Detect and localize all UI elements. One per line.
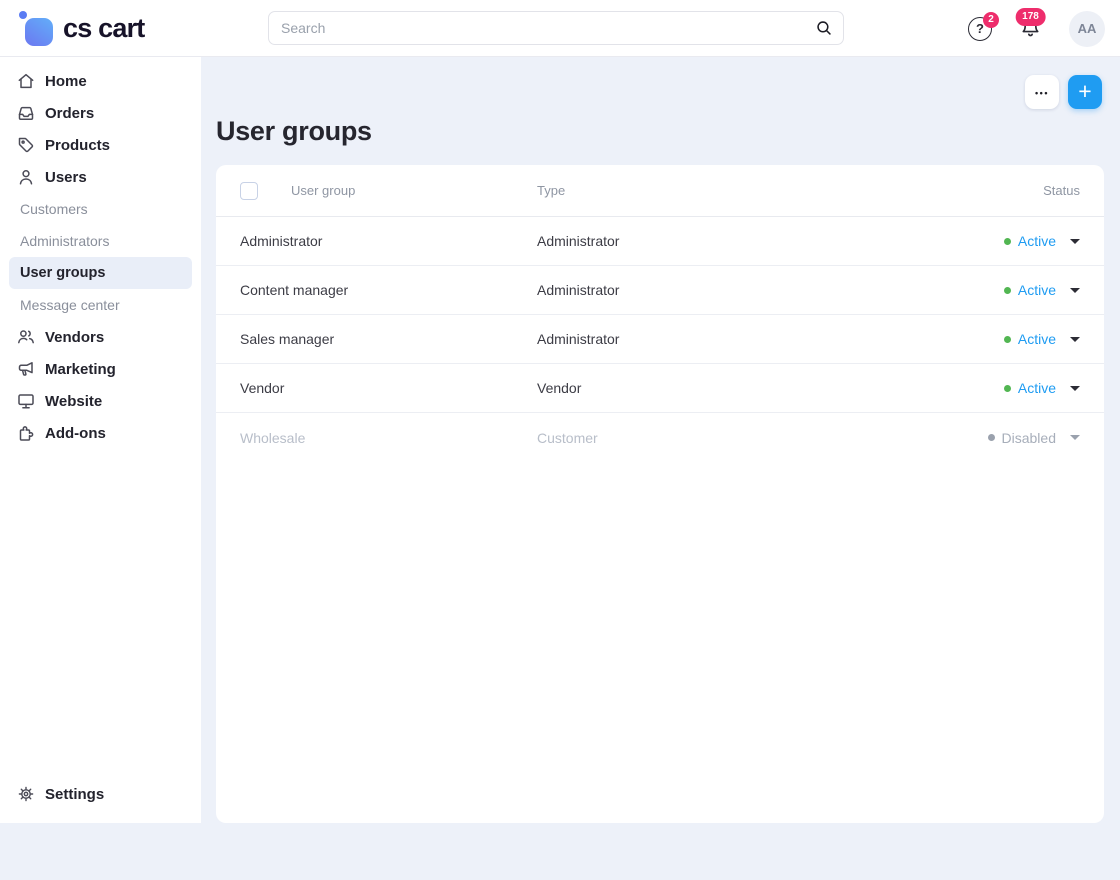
table-header: User group Type Status: [216, 165, 1104, 217]
status-dropdown[interactable]: Disabled: [988, 430, 1080, 446]
help-button[interactable]: ? 2: [968, 17, 992, 41]
table-row: Administrator Administrator Active: [216, 217, 1104, 266]
status-dropdown[interactable]: Active: [1004, 282, 1080, 298]
user-icon: [16, 167, 36, 187]
table-row: Vendor Vendor Active: [216, 364, 1104, 413]
megaphone-icon: [16, 359, 36, 379]
sidebar-item-label: Administrators: [20, 233, 109, 249]
sidebar-item-label: Message center: [20, 297, 120, 313]
cell-type: Administrator: [537, 331, 1004, 347]
sidebar-item-orders[interactable]: Orders: [0, 97, 201, 129]
sidebar-item-label: Customers: [20, 201, 88, 217]
cell-name[interactable]: Administrator: [240, 233, 537, 249]
monitor-icon: [16, 391, 36, 411]
status-dot: [1004, 238, 1011, 245]
sidebar-item-label: User groups: [20, 265, 105, 281]
top-header: cs cart ? 2 178 AA: [0, 0, 1120, 57]
caret-down-icon: [1070, 337, 1080, 342]
search-icon[interactable]: [815, 19, 833, 37]
sidebar-item-vendors[interactable]: Vendors: [0, 321, 201, 353]
more-actions-button[interactable]: •••: [1025, 75, 1059, 109]
status-dot: [1004, 287, 1011, 294]
people-icon: [16, 327, 36, 347]
home-icon: [16, 71, 36, 91]
sidebar-item-label: Vendors: [45, 329, 104, 346]
status-dot: [988, 434, 995, 441]
sidebar-item-marketing[interactable]: Marketing: [0, 353, 201, 385]
status-dropdown[interactable]: Active: [1004, 233, 1080, 249]
inbox-icon: [16, 103, 36, 123]
status-dropdown[interactable]: Active: [1004, 331, 1080, 347]
tag-icon: [16, 135, 36, 155]
sidebar-item-add-ons[interactable]: Add-ons: [0, 417, 201, 449]
puzzle-icon: [16, 423, 36, 443]
sidebar-item-label: Users: [45, 169, 87, 186]
status-label: Active: [1018, 331, 1056, 347]
page-title: User groups: [216, 116, 372, 147]
select-all-checkbox[interactable]: [240, 182, 258, 200]
notifications-badge: 178: [1015, 8, 1046, 26]
cell-name[interactable]: Content manager: [240, 282, 537, 298]
column-user-group: User group: [291, 183, 537, 198]
sidebar-item-home[interactable]: Home: [0, 65, 201, 97]
status-dropdown[interactable]: Active: [1004, 380, 1080, 396]
sidebar-item-label: Home: [45, 73, 87, 90]
logo-text: cs cart: [63, 13, 144, 44]
sidebar-item-message-center[interactable]: Message center: [0, 289, 201, 321]
status-dot: [1004, 336, 1011, 343]
cell-name[interactable]: Vendor: [240, 380, 537, 396]
sidebar-item-settings[interactable]: Settings: [0, 778, 201, 810]
cs-cart-logo-icon: [16, 7, 56, 49]
table-row: Sales manager Administrator Active: [216, 315, 1104, 364]
sidebar-item-label: Marketing: [45, 361, 116, 378]
status-label: Disabled: [1002, 430, 1056, 446]
search-bar: [268, 11, 844, 45]
sidebar-item-label: Add-ons: [45, 425, 106, 442]
table-row: Content manager Administrator Active: [216, 266, 1104, 315]
cell-type: Vendor: [537, 380, 1004, 396]
status-dot: [1004, 385, 1011, 392]
status-label: Active: [1018, 282, 1056, 298]
sidebar-item-label: Settings: [45, 786, 104, 803]
cell-name[interactable]: Sales manager: [240, 331, 537, 347]
sidebar-item-user-groups[interactable]: User groups: [9, 257, 192, 289]
column-status: Status: [1043, 183, 1080, 198]
sidebar-item-label: Products: [45, 137, 110, 154]
caret-down-icon: [1070, 435, 1080, 440]
cell-type: Administrator: [537, 233, 1004, 249]
gear-icon: [16, 784, 36, 804]
sidebar: Home Orders Products Users Customers: [0, 57, 201, 823]
cell-name[interactable]: Wholesale: [240, 430, 537, 446]
table-row: Wholesale Customer Disabled: [216, 413, 1104, 462]
cell-type: Customer: [537, 430, 988, 446]
sidebar-item-products[interactable]: Products: [0, 129, 201, 161]
caret-down-icon: [1070, 239, 1080, 244]
status-label: Active: [1018, 380, 1056, 396]
status-label: Active: [1018, 233, 1056, 249]
sidebar-item-customers[interactable]: Customers: [0, 193, 201, 225]
cell-type: Administrator: [537, 282, 1004, 298]
add-user-group-button[interactable]: +: [1068, 75, 1102, 109]
sidebar-item-website[interactable]: Website: [0, 385, 201, 417]
sidebar-item-label: Website: [45, 393, 102, 410]
avatar[interactable]: AA: [1069, 11, 1105, 47]
sidebar-item-label: Orders: [45, 105, 94, 122]
user-groups-table: User group Type Status Administrator Adm…: [216, 165, 1104, 823]
column-type: Type: [537, 183, 1043, 198]
caret-down-icon: [1070, 288, 1080, 293]
logo[interactable]: cs cart: [16, 7, 144, 49]
sidebar-item-administrators[interactable]: Administrators: [0, 225, 201, 257]
caret-down-icon: [1070, 386, 1080, 391]
notifications-button[interactable]: 178: [1018, 16, 1043, 41]
search-input[interactable]: [268, 11, 844, 45]
sidebar-item-users[interactable]: Users: [0, 161, 201, 193]
help-badge: 2: [983, 12, 999, 28]
